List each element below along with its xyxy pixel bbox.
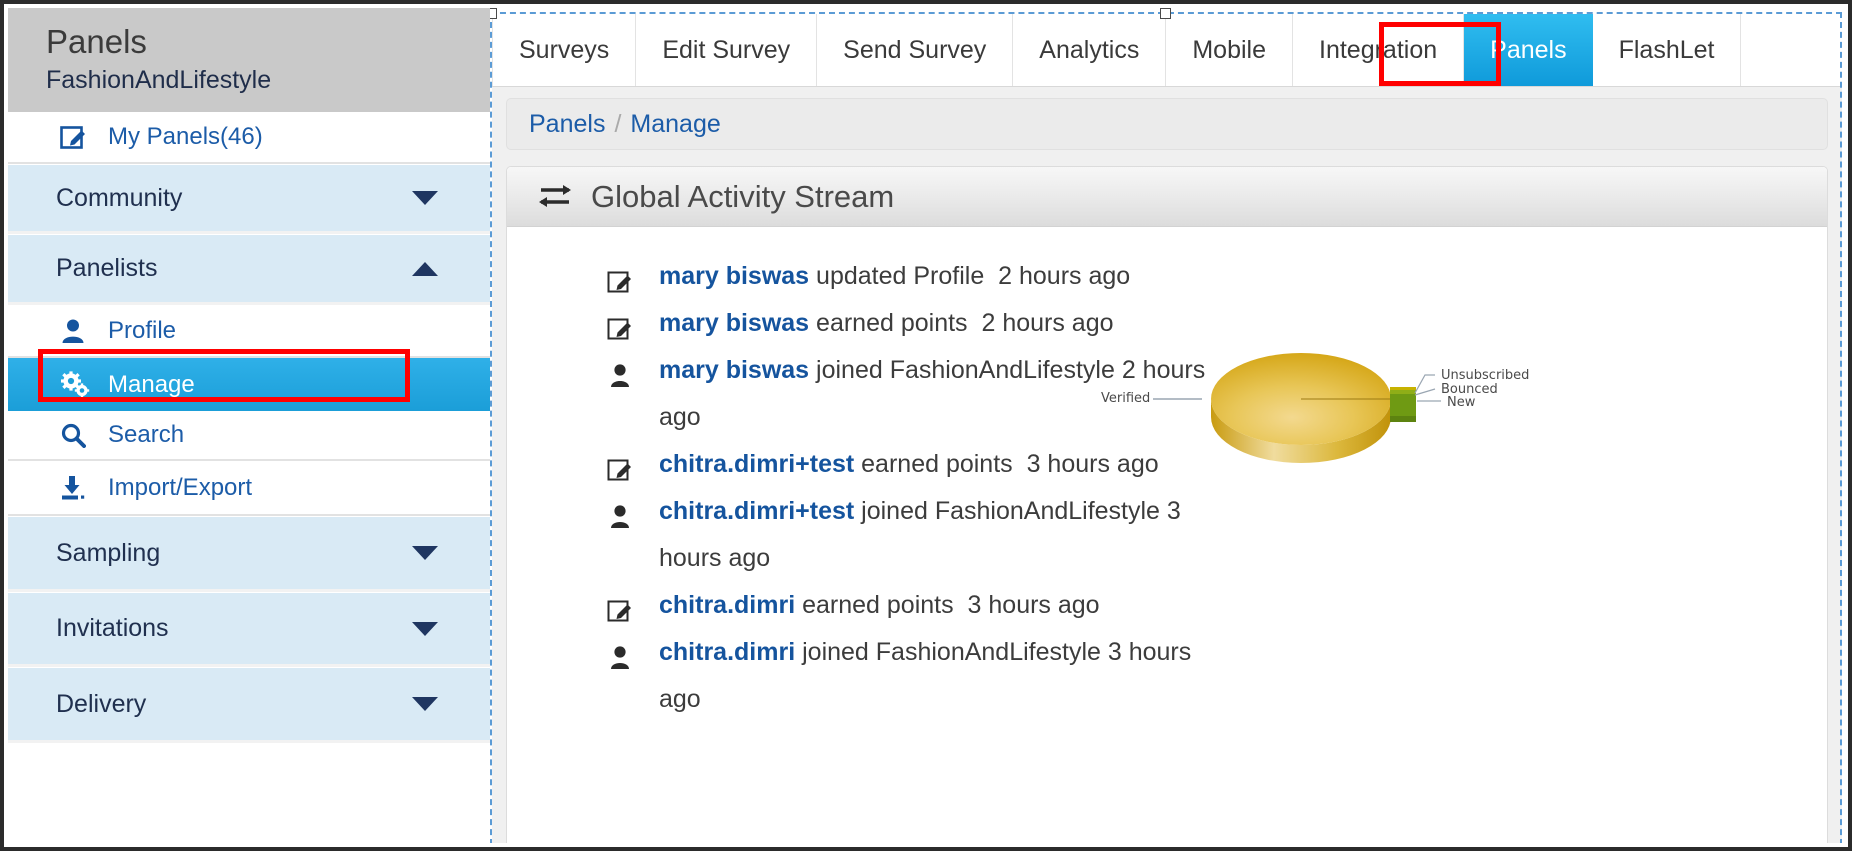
breadcrumb: Panels / Manage	[506, 98, 1828, 150]
content-area: Panels / Manage Global Activity Stream m…	[492, 87, 1842, 843]
person-icon	[60, 318, 94, 344]
sidebar-item-label: Profile	[108, 316, 177, 344]
chevron-down-icon	[412, 546, 438, 560]
panel-body: mary biswas updated Profile 2 hours ago …	[507, 227, 1827, 843]
main-pane: Surveys Edit Survey Send Survey Analytic…	[490, 8, 1844, 843]
pie-label-new: New	[1447, 395, 1476, 410]
pie-slice-new-side	[1390, 416, 1416, 422]
sidebar-group-label: Community	[56, 183, 183, 212]
activity-item: chitra.dimri earned points 3 hours ago	[607, 582, 1227, 629]
panel-heading-label: Global Activity Stream	[591, 178, 895, 214]
sidebar-item-my-panels[interactable]: My Panels(46)	[8, 112, 490, 164]
sidebar-group-sampling[interactable]: Sampling	[8, 516, 490, 592]
activity-action-text: earned points	[802, 591, 954, 619]
pie-leader-bounced	[1414, 388, 1436, 396]
activity-action-text: joined FashionAndLifestyle	[861, 497, 1160, 525]
panel-name-subtitle: FashionAndLifestyle	[46, 66, 272, 94]
tab-integration[interactable]: Integration	[1293, 14, 1465, 86]
selection-handle-top-left[interactable]	[490, 8, 497, 19]
sidebar-item-label: Manage	[108, 370, 195, 398]
activity-user-link[interactable]: chitra.dimri+test	[659, 450, 854, 478]
left-sidebar: Panels FashionAndLifestyle My Panels(46)…	[8, 8, 490, 847]
tab-mobile[interactable]: Mobile	[1166, 14, 1293, 86]
pencil-square-icon	[607, 452, 637, 481]
sidebar-group-community[interactable]: Community	[8, 164, 490, 234]
sidebar-group-panelists[interactable]: Panelists	[8, 234, 490, 305]
activity-user-link[interactable]: mary biswas	[659, 309, 809, 337]
sidebar-group-label: Sampling	[56, 538, 161, 567]
person-icon	[607, 358, 637, 387]
chevron-down-icon	[412, 621, 438, 636]
tab-analytics[interactable]: Analytics	[1013, 14, 1167, 86]
tab-bar-spacer	[1741, 14, 1842, 86]
sidebar-item-label: Import/Export	[108, 473, 253, 501]
activity-user-link[interactable]: mary biswas	[659, 262, 809, 290]
search-icon	[60, 422, 94, 448]
top-tab-bar: Surveys Edit Survey Send Survey Analytic…	[492, 14, 1842, 87]
activity-action-text: joined FashionAndLifestyle	[802, 638, 1101, 666]
pencil-square-icon	[607, 311, 637, 340]
activity-user-link[interactable]: chitra.dimri	[659, 638, 795, 666]
breadcrumb-separator: /	[614, 109, 622, 138]
activity-user-link[interactable]: mary biswas	[659, 356, 809, 384]
activity-item: chitra.dimri+test earned points 3 hours …	[607, 441, 1227, 488]
sidebar-group-label: Panelists	[56, 254, 158, 282]
tab-panels[interactable]: Panels	[1464, 14, 1593, 86]
person-icon	[607, 499, 637, 528]
activity-item: chitra.dimri+test joined FashionAndLifes…	[607, 488, 1227, 582]
activity-user-link[interactable]: chitra.dimri+test	[659, 497, 854, 525]
sidebar-item-import-export[interactable]: Import/Export	[8, 461, 490, 516]
activity-item: chitra.dimri joined FashionAndLifestyle …	[607, 629, 1227, 723]
gears-icon	[60, 370, 94, 399]
selection-handle-top-center[interactable]	[1160, 8, 1171, 19]
sidebar-item-search[interactable]: Search	[8, 411, 490, 461]
sidebar-item-manage[interactable]: Manage	[8, 358, 490, 411]
pie-label-verified: Verified	[1101, 391, 1151, 406]
sidebar-group-invitations[interactable]: Invitations	[8, 592, 490, 667]
breadcrumb-panels[interactable]: Panels	[529, 110, 605, 139]
chevron-down-icon	[412, 191, 438, 205]
person-icon	[607, 640, 637, 669]
activity-item: mary biswas updated Profile 2 hours ago	[607, 253, 1227, 300]
chevron-down-icon	[412, 697, 438, 711]
chevron-up-icon	[412, 261, 438, 276]
pie-label-unsubscribed: Unsubscribed	[1441, 368, 1530, 383]
page-title: Panels	[46, 23, 147, 60]
sidebar-group-delivery[interactable]: Delivery	[8, 667, 490, 743]
pie-slice-bounced	[1390, 390, 1416, 394]
activity-timestamp: 3 hours ago	[1026, 450, 1159, 478]
app-screenshot: Panels FashionAndLifestyle My Panels(46)…	[0, 0, 1852, 851]
breadcrumb-manage[interactable]: Manage	[630, 110, 720, 139]
exchange-arrows-icon	[535, 184, 575, 210]
activity-timestamp: 3 hours ago	[967, 591, 1100, 619]
panel-heading: Global Activity Stream	[507, 167, 1827, 227]
sidebar-item-profile[interactable]: Profile	[8, 305, 490, 358]
activity-timestamp: 2 hours ago	[998, 262, 1131, 290]
sidebar-header: Panels FashionAndLifestyle	[8, 8, 490, 112]
tab-send-survey[interactable]: Send Survey	[817, 14, 1014, 86]
activity-action-text: earned points	[861, 450, 1013, 478]
tab-flashlet[interactable]: FlashLet	[1592, 14, 1742, 86]
pencil-square-icon	[607, 593, 637, 622]
activity-user-link[interactable]: chitra.dimri	[659, 591, 795, 619]
pie-slice-unsubscribed	[1390, 387, 1416, 390]
sidebar-item-label: My Panels(46)	[108, 123, 263, 150]
activity-action-text: earned points	[816, 309, 968, 337]
pie-slice-new	[1390, 394, 1416, 418]
sidebar-group-label: Invitations	[56, 614, 169, 642]
sidebar-item-label: Search	[108, 421, 185, 448]
activity-timestamp: 2 hours ago	[981, 309, 1114, 337]
pencil-square-icon	[607, 264, 637, 293]
activity-action-text: updated Profile	[816, 262, 985, 290]
activity-stream-list: mary biswas updated Profile 2 hours ago …	[607, 253, 1227, 723]
global-activity-stream-panel: Global Activity Stream mary biswas updat…	[506, 166, 1828, 843]
activity-item: mary biswas earned points 2 hours ago	[607, 300, 1227, 347]
panelist-status-pie-chart: Verified Unsubscribed Bounced New	[1101, 327, 1733, 477]
sidebar-group-label: Delivery	[56, 689, 147, 718]
download-icon	[60, 475, 94, 501]
pencil-square-icon	[60, 124, 94, 150]
tab-surveys[interactable]: Surveys	[492, 14, 637, 86]
tab-edit-survey[interactable]: Edit Survey	[636, 14, 818, 86]
activity-action-text: joined FashionAndLifestyle	[816, 356, 1115, 384]
